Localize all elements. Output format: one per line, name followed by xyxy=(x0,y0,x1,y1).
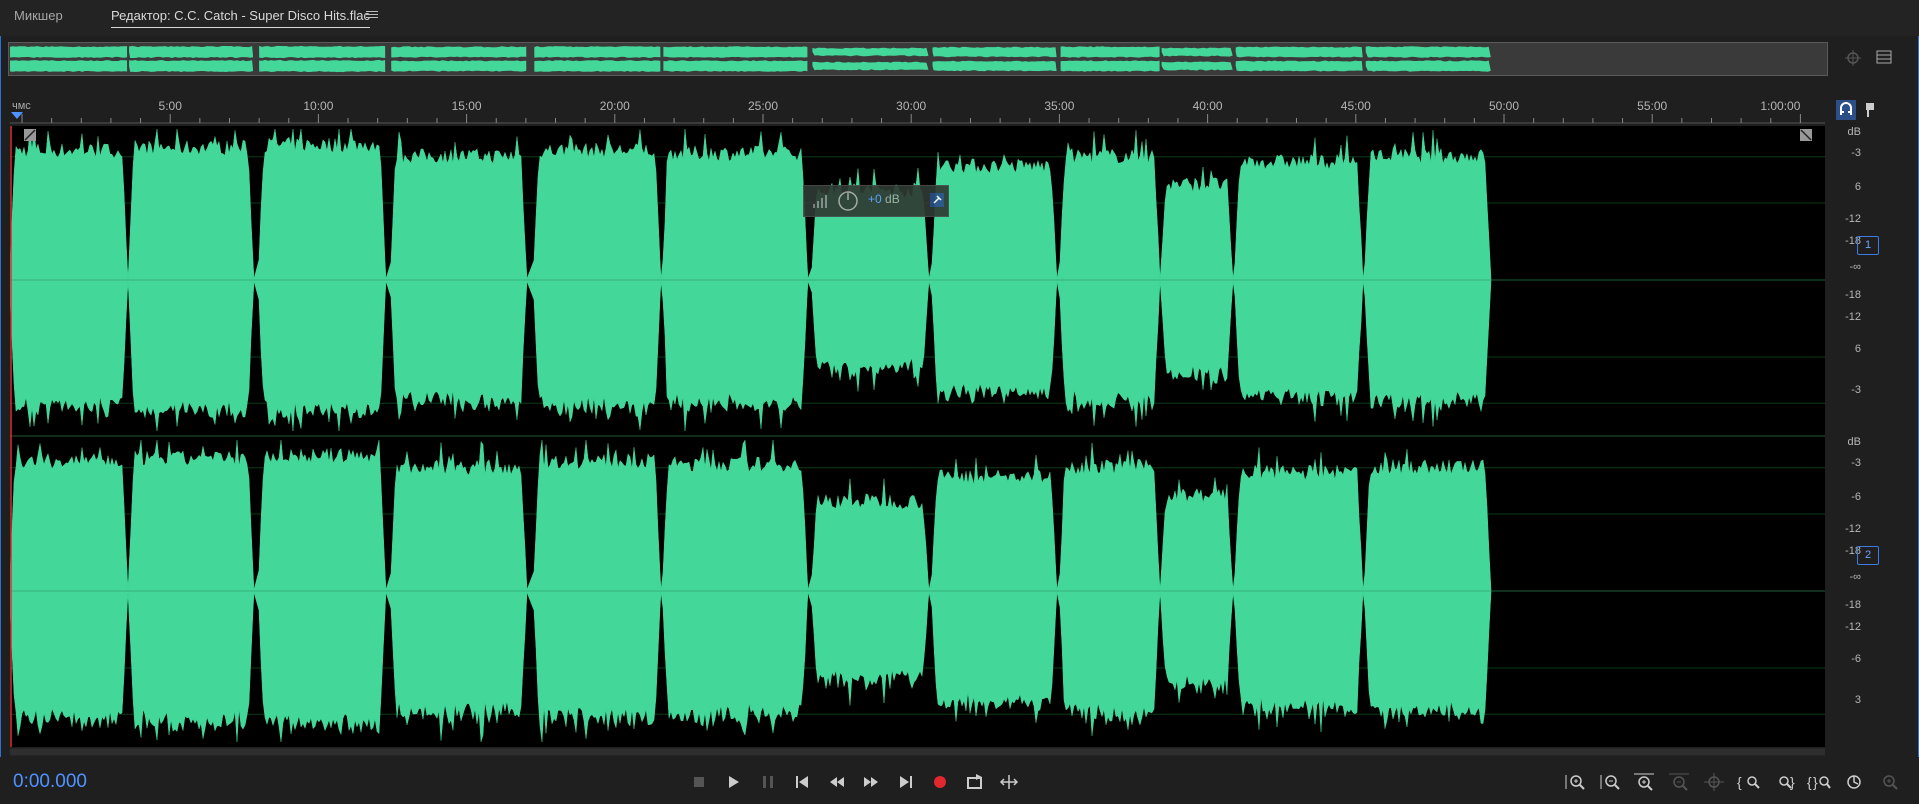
db-scale-label: 3 xyxy=(1854,694,1861,707)
amplitude-scale[interactable]: dB -3 6 -12 -18 -∞ -18 -12 6 -3 1 dB -3 -6 -12 -18 -∞ -18… xyxy=(1825,124,1885,747)
tab-mixer[interactable]: Микшер xyxy=(14,8,63,23)
fade-in-handle[interactable] xyxy=(24,129,36,141)
loop-playback-icon[interactable] xyxy=(964,771,986,793)
svg-text:{: { xyxy=(1737,774,1742,790)
ruler-tick-label: 1:00:00 xyxy=(1760,99,1800,113)
fast-forward-icon[interactable] xyxy=(860,771,882,793)
svg-text:}: } xyxy=(1813,774,1818,790)
volume-unit: dB xyxy=(885,192,900,206)
marker-icon[interactable] xyxy=(1862,100,1878,123)
overview-waveform xyxy=(10,45,1491,73)
tab-menu-icon[interactable] xyxy=(366,9,378,21)
waveform-overview[interactable] xyxy=(8,42,1828,76)
scroll-thumb[interactable] xyxy=(10,749,1825,755)
time-ruler[interactable]: чмс 5:00 10:00 15:00 20:00 25:00 30:00 35:00 40:… xyxy=(10,98,1825,124)
zoom-out-time-icon[interactable] xyxy=(1667,771,1691,793)
db-scale-label: -12 xyxy=(1845,212,1861,225)
ruler-unit-label: чмс xyxy=(12,100,31,112)
overview-channel xyxy=(10,45,1491,59)
ruler-tick-label: 35:00 xyxy=(1044,99,1074,113)
db-scale-label: -∞ xyxy=(1849,571,1861,584)
waveform-display[interactable] xyxy=(10,126,1825,747)
ruler-tick-label: 15:00 xyxy=(452,99,482,113)
db-scale-label: -3 xyxy=(1851,456,1861,469)
db-scale-label: 6 xyxy=(1854,343,1861,356)
svg-text:}: } xyxy=(1790,774,1795,790)
tab-editor[interactable]: Редактор: C.C. Catch - Super Disco Hits.… xyxy=(111,8,370,28)
svg-text:{: { xyxy=(1807,774,1812,790)
zoom-out-full-icon[interactable]: } xyxy=(1772,771,1796,793)
playhead-marker xyxy=(11,112,23,119)
zoom-out-amplitude-icon[interactable] xyxy=(1597,771,1621,793)
volume-knob-icon[interactable] xyxy=(837,190,859,212)
level-bars-icon xyxy=(813,195,827,208)
db-scale-label: -18 xyxy=(1845,598,1861,611)
zoom-settings-icon[interactable] xyxy=(1877,771,1901,793)
skip-selection-icon[interactable] xyxy=(998,771,1020,793)
zoom-in-selection-icon[interactable]: { xyxy=(1737,771,1761,793)
ruler-tick-label: 45:00 xyxy=(1341,99,1371,113)
db-scale-label: -6 xyxy=(1851,491,1861,504)
channel-badge[interactable]: 1 xyxy=(1857,235,1879,255)
horizontal-scrollbar[interactable] xyxy=(10,748,1825,756)
current-time[interactable]: 0:00.000 xyxy=(13,771,87,793)
ruler-tick-label: 30:00 xyxy=(896,99,926,113)
zoom-in-time-icon[interactable] xyxy=(1632,771,1656,793)
db-scale-label: 6 xyxy=(1854,181,1861,194)
zoom-left-icon[interactable]: {} xyxy=(1807,771,1831,793)
pin-icon[interactable] xyxy=(930,193,944,207)
ruler-tick-label: 40:00 xyxy=(1193,99,1223,113)
ruler-tick-label: 55:00 xyxy=(1637,99,1667,113)
ruler-tick-label: 20:00 xyxy=(600,99,630,113)
ruler-tick-label: 25:00 xyxy=(748,99,778,113)
db-scale-label: -3 xyxy=(1851,146,1861,159)
db-scale-label: -12 xyxy=(1845,522,1861,535)
snap-icon[interactable] xyxy=(1836,100,1856,123)
play-icon[interactable] xyxy=(722,771,744,793)
zoom-full-icon[interactable] xyxy=(1702,771,1726,793)
overview-channel xyxy=(10,59,1491,73)
zoom-reset-icon[interactable] xyxy=(1842,771,1866,793)
ruler-tick-label: 5:00 xyxy=(159,99,183,113)
skip-to-end-icon[interactable] xyxy=(895,771,917,793)
zoom-in-amplitude-icon[interactable] xyxy=(1562,771,1586,793)
db-scale-label: dB xyxy=(1847,125,1861,138)
ruler-tick-label: 50:00 xyxy=(1489,99,1519,113)
db-scale-label: -6 xyxy=(1851,653,1861,666)
db-scale-label: -∞ xyxy=(1849,261,1861,274)
rewind-icon[interactable] xyxy=(826,771,848,793)
pause-icon[interactable] xyxy=(757,771,779,793)
volume-readout: +0 dB xyxy=(868,192,900,206)
fade-out-handle[interactable] xyxy=(1800,129,1812,141)
db-scale-label: -12 xyxy=(1845,621,1861,634)
overview-zoom-icon[interactable] xyxy=(1843,48,1863,71)
transport-bar: 0:00.000 { } {} xyxy=(0,757,1919,804)
db-scale-label: -18 xyxy=(1845,288,1861,301)
db-scale-label: dB xyxy=(1847,435,1861,448)
skip-to-start-icon[interactable] xyxy=(791,771,813,793)
overview-panel-icon[interactable] xyxy=(1875,48,1893,69)
ruler-tick-label: 10:00 xyxy=(303,99,333,113)
volume-hud[interactable]: +0 dB xyxy=(803,185,949,217)
volume-value: +0 xyxy=(868,192,882,206)
stop-icon[interactable] xyxy=(688,771,710,793)
channel-badge[interactable]: 2 xyxy=(1857,545,1879,565)
record-icon[interactable] xyxy=(929,771,951,793)
tab-bar: Микшер Редактор: C.C. Catch - Super Disc… xyxy=(0,0,1919,36)
db-scale-label: -3 xyxy=(1851,384,1861,397)
db-scale-label: -12 xyxy=(1845,311,1861,324)
